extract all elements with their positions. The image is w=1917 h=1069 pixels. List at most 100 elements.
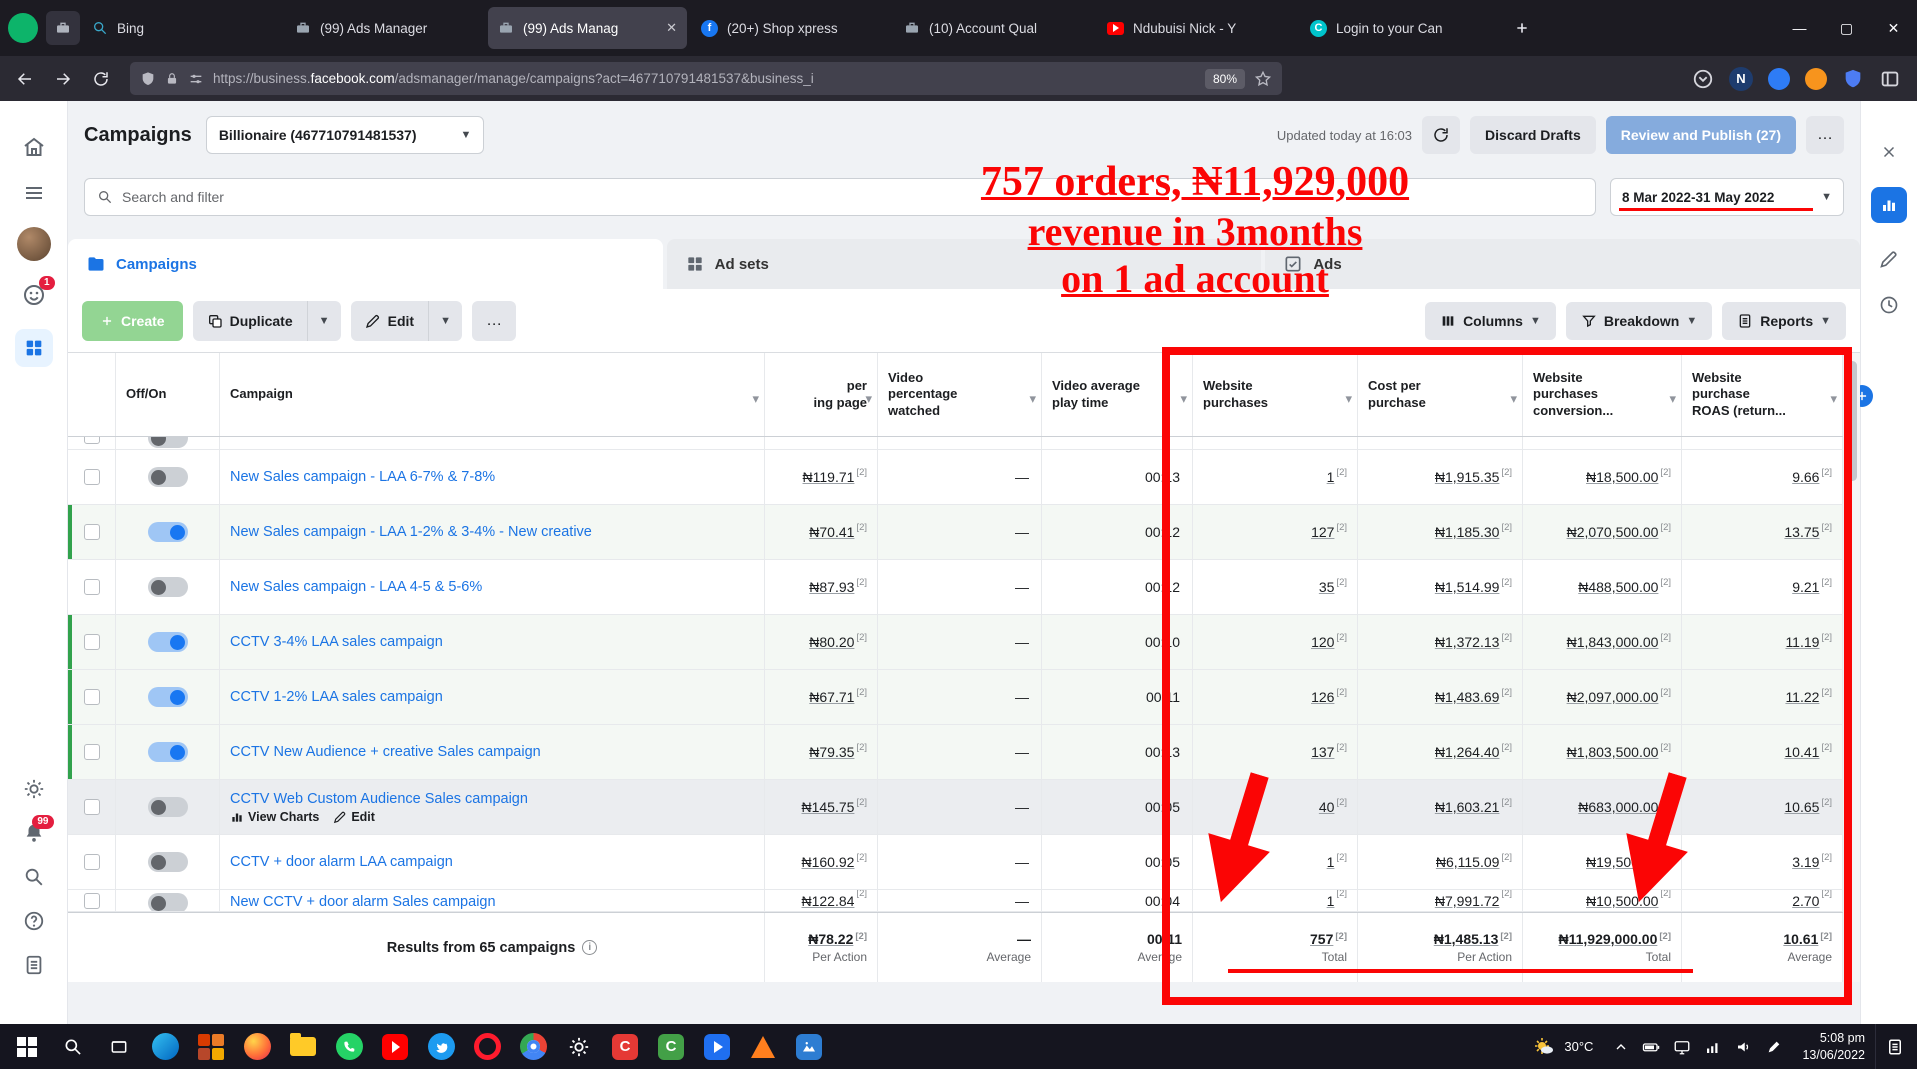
app-icon-green-c[interactable]: C [648, 1024, 694, 1069]
edit-button[interactable]: Edit [351, 301, 428, 341]
column-header-cost-per-landing-page[interactable]: pering page▾ [765, 353, 878, 436]
campaign-name-link[interactable]: New Sales campaign - LAA 6-7% & 7-8% [230, 469, 495, 485]
review-and-publish-button[interactable]: Review and Publish (27) [1606, 116, 1796, 154]
home-icon[interactable] [22, 135, 46, 159]
columns-button[interactable]: Columns▼ [1425, 302, 1556, 340]
close-panel-icon[interactable] [1880, 143, 1898, 161]
twitter-icon[interactable] [418, 1024, 464, 1069]
campaign-toggle[interactable] [148, 742, 188, 762]
opera-icon[interactable] [464, 1024, 510, 1069]
help-icon[interactable] [23, 910, 45, 932]
firefox-icon[interactable] [234, 1024, 280, 1069]
sort-caret-icon[interactable]: ▾ [752, 391, 759, 407]
select-all-cell[interactable] [68, 353, 116, 436]
youtube-icon[interactable] [372, 1024, 418, 1069]
sidebar-toggle-icon[interactable] [1879, 68, 1901, 90]
browser-tab-ads-manager-1[interactable]: (99) Ads Manager [285, 7, 484, 49]
chrome-icon[interactable] [510, 1024, 556, 1069]
app-icon-red-c[interactable]: C [602, 1024, 648, 1069]
campaign-name-link[interactable]: CCTV Web Custom Audience Sales campaign [230, 791, 528, 807]
row-checkbox[interactable] [84, 524, 100, 540]
hidden-icons-chevron[interactable] [1613, 1039, 1629, 1055]
minimize-button[interactable]: — [1776, 0, 1823, 56]
duplicate-caret[interactable]: ▼ [307, 301, 341, 341]
campaign-name-link[interactable]: New Sales campaign - LAA 4-5 & 5-6% [230, 579, 482, 595]
campaign-name-link[interactable]: New Sales campaign - LAA 1-2% & 3-4% - N… [230, 524, 592, 540]
column-header-off-on[interactable]: Off/On [116, 353, 220, 436]
action-center-icon[interactable] [1875, 1024, 1913, 1069]
pinned-tab-icon[interactable] [8, 13, 38, 43]
column-header-conversion-value[interactable]: Websitepurchasesconversion...▾ [1523, 353, 1682, 436]
sort-caret-icon[interactable]: ▾ [1669, 391, 1676, 407]
ad-account-selector[interactable]: Billionaire (467710791481537) ▼ [206, 116, 485, 154]
maximize-button[interactable]: ▢ [1823, 0, 1870, 56]
ads-manager-app-icon[interactable] [15, 329, 53, 367]
row-checkbox[interactable] [84, 799, 100, 815]
pen-icon[interactable] [1766, 1039, 1782, 1055]
campaign-name-link[interactable]: CCTV New Audience + creative Sales campa… [230, 744, 541, 760]
sort-caret-icon[interactable]: ▾ [865, 391, 872, 407]
row-checkbox[interactable] [84, 689, 100, 705]
settings-gear-icon[interactable] [23, 778, 45, 800]
column-header-campaign[interactable]: Campaign▾ [220, 353, 765, 436]
tab-ads[interactable]: Ads [1265, 239, 1860, 289]
menu-icon[interactable] [22, 181, 46, 205]
display-icon[interactable] [1673, 1038, 1691, 1056]
extension-shield-icon[interactable] [1842, 68, 1864, 90]
view-charts-icon[interactable] [1871, 187, 1907, 223]
row-checkbox[interactable] [84, 437, 100, 444]
tab-campaigns[interactable]: Campaigns [68, 239, 663, 289]
avatar[interactable] [17, 227, 51, 261]
sort-caret-icon[interactable]: ▾ [1180, 391, 1187, 407]
network-signal-icon[interactable] [1704, 1038, 1722, 1056]
column-header-video-percentage[interactable]: Videopercentagewatched▾ [878, 353, 1042, 436]
taskbar-search-icon[interactable] [50, 1024, 96, 1069]
photos-app-icon[interactable] [786, 1024, 832, 1069]
extension-icon-orange[interactable] [1805, 68, 1827, 90]
volume-icon[interactable] [1735, 1038, 1753, 1056]
campaign-toggle[interactable] [148, 797, 188, 817]
column-header-roas[interactable]: WebsitepurchaseROAS (return...▾ [1682, 353, 1843, 436]
edit-link[interactable]: Edit [333, 810, 375, 824]
permissions-icon[interactable] [188, 71, 204, 87]
history-clock-icon[interactable] [1879, 295, 1899, 315]
sort-caret-icon[interactable]: ▾ [1830, 391, 1837, 407]
extension-icon-blue[interactable] [1768, 68, 1790, 90]
taskbar-clock[interactable]: 5:08 pm 13/06/2022 [1792, 1030, 1875, 1063]
sort-caret-icon[interactable]: ▾ [1510, 391, 1517, 407]
battery-icon[interactable] [1642, 1038, 1660, 1056]
edit-pencil-icon[interactable] [1879, 249, 1899, 269]
firefox-account-badge[interactable]: N [1729, 67, 1753, 91]
bookmark-star-icon[interactable] [1254, 70, 1272, 88]
row-checkbox[interactable] [84, 744, 100, 760]
create-button[interactable]: Create [82, 301, 183, 341]
close-button[interactable]: ✕ [1870, 0, 1917, 56]
zoom-level-badge[interactable]: 80% [1205, 69, 1245, 89]
campaign-name-link[interactable]: New CCTV + door alarm Sales campaign [230, 894, 496, 910]
toolbar-more-button[interactable]: … [472, 301, 516, 341]
campaign-name-link[interactable]: CCTV 3-4% LAA sales campaign [230, 634, 443, 650]
notifications-bell-icon[interactable]: 99 [23, 822, 45, 844]
campaign-toggle[interactable] [148, 852, 188, 872]
whatsapp-icon[interactable] [326, 1024, 372, 1069]
row-checkbox[interactable] [84, 854, 100, 870]
discard-drafts-button[interactable]: Discard Drafts [1470, 116, 1596, 154]
search-input[interactable]: Search and filter [84, 178, 1596, 216]
column-header-website-purchases[interactable]: Websitepurchases▾ [1193, 353, 1358, 436]
column-header-cost-per-purchase[interactable]: Cost perpurchase▾ [1358, 353, 1523, 436]
docs-icon[interactable] [23, 954, 45, 976]
tracking-shield-icon[interactable] [140, 71, 156, 87]
browser-tab-account-quality[interactable]: (10) Account Qual [894, 7, 1093, 49]
account-smiley-icon[interactable]: 1 [22, 283, 46, 307]
tab-ad-sets[interactable]: Ad sets [667, 239, 1262, 289]
campaign-toggle[interactable] [148, 467, 188, 487]
pocket-icon[interactable] [1692, 68, 1714, 90]
campaign-toggle[interactable] [148, 632, 188, 652]
task-view-icon[interactable] [96, 1024, 142, 1069]
edge-icon[interactable] [142, 1024, 188, 1069]
tab-close-icon[interactable]: ✕ [666, 20, 677, 36]
edit-caret[interactable]: ▼ [428, 301, 462, 341]
info-icon[interactable]: i [582, 940, 597, 955]
campaign-toggle[interactable] [148, 437, 188, 448]
search-icon[interactable] [23, 866, 45, 888]
